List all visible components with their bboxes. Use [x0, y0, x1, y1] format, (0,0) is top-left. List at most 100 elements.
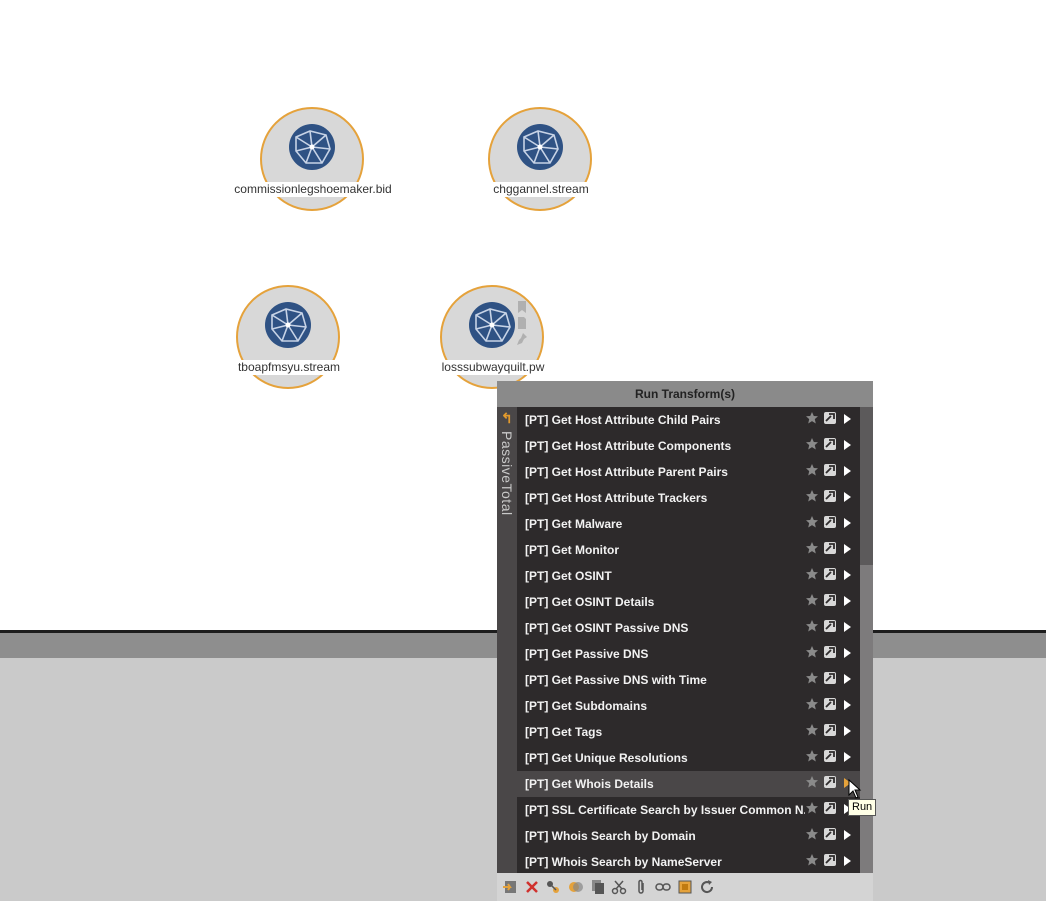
transform-settings-icon[interactable]	[823, 411, 837, 425]
run-transform-icon[interactable]	[844, 622, 851, 632]
favorite-star-icon[interactable]	[805, 489, 819, 503]
favorite-star-icon[interactable]	[805, 775, 819, 789]
globe-icon	[265, 302, 311, 348]
run-transform-icon[interactable]	[844, 440, 851, 450]
transform-item[interactable]: [PT] Get Passive DNS with Time	[517, 667, 860, 693]
run-transform-icon[interactable]	[844, 518, 851, 528]
run-transform-icon[interactable]	[844, 596, 851, 606]
node-label[interactable]: chggannel.stream	[492, 182, 590, 197]
merge-icon[interactable]	[568, 879, 584, 895]
pin-icon[interactable]	[516, 332, 528, 346]
favorite-star-icon[interactable]	[805, 827, 819, 841]
run-transform-icon[interactable]	[844, 544, 851, 554]
transform-item[interactable]: [PT] Get Host Attribute Trackers	[517, 485, 860, 511]
transform-settings-icon[interactable]	[823, 827, 837, 841]
transform-item-label: [PT] Get Host Attribute Trackers	[525, 491, 708, 505]
transform-item[interactable]: [PT] Get Malware	[517, 511, 860, 537]
favorite-star-icon[interactable]	[805, 749, 819, 763]
favorite-star-icon[interactable]	[805, 645, 819, 659]
import-icon[interactable]	[502, 879, 518, 895]
run-transform-icon[interactable]	[844, 752, 851, 762]
panel-title: Run Transform(s)	[497, 381, 873, 407]
transform-settings-icon[interactable]	[823, 775, 837, 789]
transform-settings-icon[interactable]	[823, 853, 837, 867]
transform-settings-icon[interactable]	[823, 697, 837, 711]
transform-settings-icon[interactable]	[823, 593, 837, 607]
transform-item-label: [PT] Whois Search by NameServer	[525, 855, 722, 869]
bookmark-icon[interactable]	[516, 300, 528, 314]
transform-item[interactable]: [PT] Get Passive DNS	[517, 641, 860, 667]
favorite-star-icon[interactable]	[805, 437, 819, 451]
cut-icon[interactable]	[611, 879, 627, 895]
transform-item-label: [PT] Get Whois Details	[525, 777, 654, 791]
copy-icon[interactable]	[590, 879, 606, 895]
transform-item[interactable]: [PT] Get Host Attribute Components	[517, 433, 860, 459]
back-arrow-icon[interactable]: ↰	[501, 410, 513, 427]
transform-settings-icon[interactable]	[823, 749, 837, 763]
transform-settings-icon[interactable]	[823, 437, 837, 451]
transform-settings-icon[interactable]	[823, 671, 837, 685]
run-transform-icon[interactable]	[844, 830, 851, 840]
run-transform-icon[interactable]	[844, 466, 851, 476]
transform-item[interactable]: [PT] Get OSINT	[517, 563, 860, 589]
run-transform-icon[interactable]	[844, 570, 851, 580]
run-tooltip: Run	[848, 799, 877, 816]
run-transform-icon[interactable]	[844, 674, 851, 684]
category-tab[interactable]: ↰ PassiveTotal	[497, 407, 517, 873]
transform-settings-icon[interactable]	[823, 723, 837, 737]
transform-settings-icon[interactable]	[823, 645, 837, 659]
favorite-star-icon[interactable]	[805, 801, 819, 815]
node-label[interactable]: losssubwayquilt.pw	[440, 360, 546, 375]
transform-item[interactable]: [PT] Get Host Attribute Child Pairs	[517, 407, 860, 433]
transform-item[interactable]: [PT] SSL Certificate Search by Issuer Co…	[517, 797, 860, 823]
link-icon[interactable]	[655, 879, 671, 895]
favorite-star-icon[interactable]	[805, 697, 819, 711]
transform-item[interactable]: [PT] Get Unique Resolutions	[517, 745, 860, 771]
run-transform-icon[interactable]	[844, 414, 851, 424]
transform-item-label: [PT] Get Subdomains	[525, 699, 648, 713]
favorite-star-icon[interactable]	[805, 593, 819, 607]
delete-icon[interactable]	[524, 879, 540, 895]
run-transform-icon[interactable]	[844, 856, 851, 866]
scrollbar-thumb[interactable]	[860, 565, 873, 873]
globe-icon	[289, 124, 335, 170]
transform-settings-icon[interactable]	[823, 567, 837, 581]
favorite-star-icon[interactable]	[805, 671, 819, 685]
favorite-star-icon[interactable]	[805, 515, 819, 529]
node-label[interactable]: commissionlegshoemaker.bid	[233, 182, 393, 197]
transform-settings-icon[interactable]	[823, 489, 837, 503]
favorite-star-icon[interactable]	[805, 411, 819, 425]
transform-item[interactable]: [PT] Get Host Attribute Parent Pairs	[517, 459, 860, 485]
refresh-icon[interactable]	[699, 879, 715, 895]
transform-item[interactable]: [PT] Get Monitor	[517, 537, 860, 563]
transform-item[interactable]: [PT] Get Subdomains	[517, 693, 860, 719]
run-transform-icon[interactable]	[844, 700, 851, 710]
run-transform-icon[interactable]	[844, 492, 851, 502]
run-transform-icon[interactable]	[844, 726, 851, 736]
transform-settings-icon[interactable]	[823, 463, 837, 477]
attach-icon[interactable]	[633, 879, 649, 895]
favorite-star-icon[interactable]	[805, 619, 819, 633]
favorite-star-icon[interactable]	[805, 567, 819, 581]
transform-settings-icon[interactable]	[823, 619, 837, 633]
transform-item[interactable]: [PT] Get OSINT Details	[517, 589, 860, 615]
transform-settings-icon[interactable]	[823, 541, 837, 555]
run-transform-icon[interactable]	[844, 648, 851, 658]
transform-icon[interactable]	[545, 879, 561, 895]
node-label[interactable]: tboapfmsyu.stream	[236, 360, 342, 375]
transform-item-label: [PT] Get OSINT Passive DNS	[525, 621, 689, 635]
transform-item[interactable]: [PT] Get OSINT Passive DNS	[517, 615, 860, 641]
transform-item-label: [PT] Get OSINT	[525, 569, 612, 583]
transform-settings-icon[interactable]	[823, 515, 837, 529]
transform-settings-icon[interactable]	[823, 801, 837, 815]
favorite-star-icon[interactable]	[805, 853, 819, 867]
favorite-star-icon[interactable]	[805, 723, 819, 737]
transform-item[interactable]: [PT] Whois Search by NameServer	[517, 849, 860, 873]
select-icon[interactable]	[677, 879, 693, 895]
transform-item[interactable]: [PT] Get Tags	[517, 719, 860, 745]
favorite-star-icon[interactable]	[805, 463, 819, 477]
transform-item[interactable]: [PT] Whois Search by Domain	[517, 823, 860, 849]
transform-item[interactable]: [PT] Get Whois Details	[517, 771, 860, 797]
favorite-star-icon[interactable]	[805, 541, 819, 555]
notes-icon[interactable]	[516, 316, 528, 330]
